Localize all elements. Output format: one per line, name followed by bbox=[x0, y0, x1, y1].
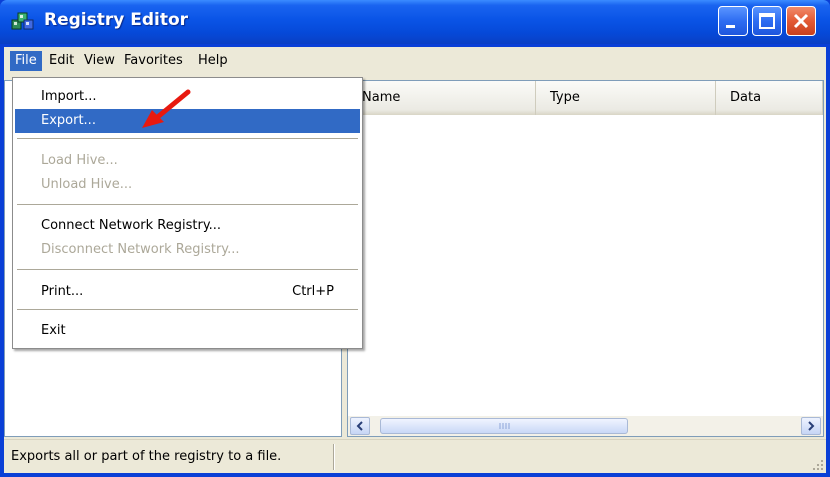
scroll-thumb[interactable] bbox=[380, 418, 628, 434]
column-header-name[interactable]: Name bbox=[348, 81, 536, 115]
title-bar[interactable]: Registry Editor bbox=[0, 0, 830, 44]
scroll-right-button[interactable] bbox=[801, 417, 821, 435]
status-text: Exports all or part of the registry to a… bbox=[11, 449, 282, 464]
menu-item-exit[interactable]: Exit bbox=[15, 319, 360, 343]
menu-bar: File Edit View Favorites Help bbox=[4, 47, 826, 77]
menu-item-disconnect-network-registry: Disconnect Network Registry... bbox=[41, 242, 240, 257]
horizontal-scrollbar[interactable] bbox=[348, 416, 823, 436]
menu-view[interactable]: View bbox=[79, 51, 120, 71]
window-title: Registry Editor bbox=[44, 10, 189, 30]
minimize-button[interactable] bbox=[718, 6, 748, 36]
registry-editor-window: Registry Editor File Edit View Favorites… bbox=[0, 0, 830, 477]
close-button[interactable] bbox=[786, 6, 816, 36]
menu-file[interactable]: File bbox=[10, 51, 42, 71]
menu-item-load-hive: Load Hive... bbox=[41, 153, 118, 168]
minimize-icon bbox=[726, 25, 735, 28]
values-list-pane[interactable]: Name Type Data bbox=[347, 80, 824, 437]
maximize-icon bbox=[759, 13, 775, 29]
menu-favorites[interactable]: Favorites bbox=[119, 51, 188, 71]
status-bar: Exports all or part of the registry to a… bbox=[4, 439, 826, 473]
annotation-arrow-icon bbox=[142, 89, 191, 128]
menu-separator bbox=[17, 204, 358, 206]
resize-grip-icon[interactable] bbox=[812, 459, 824, 471]
menu-edit[interactable]: Edit bbox=[44, 51, 79, 71]
column-header-data[interactable]: Data bbox=[716, 81, 823, 115]
status-separator bbox=[333, 444, 335, 470]
column-header-type[interactable]: Type bbox=[536, 81, 716, 115]
menu-help[interactable]: Help bbox=[193, 51, 233, 71]
menu-item-print-label: Print... bbox=[41, 284, 84, 299]
menu-item-connect-network-registry[interactable]: Connect Network Registry... bbox=[15, 214, 360, 238]
menu-item-print[interactable]: Print... Ctrl+P bbox=[15, 280, 360, 304]
menu-separator bbox=[17, 138, 358, 140]
maximize-button[interactable] bbox=[752, 6, 782, 36]
print-shortcut: Ctrl+P bbox=[292, 284, 334, 299]
menu-item-unload-hive: Unload Hive... bbox=[41, 177, 133, 192]
grip-lines-icon bbox=[499, 423, 510, 429]
close-icon bbox=[793, 13, 809, 29]
chevron-right-icon bbox=[808, 421, 815, 431]
registry-cubes-icon bbox=[11, 12, 34, 30]
menu-separator bbox=[17, 269, 358, 271]
chevron-left-icon bbox=[356, 421, 363, 431]
menu-separator bbox=[17, 309, 358, 311]
scroll-left-button[interactable] bbox=[350, 417, 370, 435]
